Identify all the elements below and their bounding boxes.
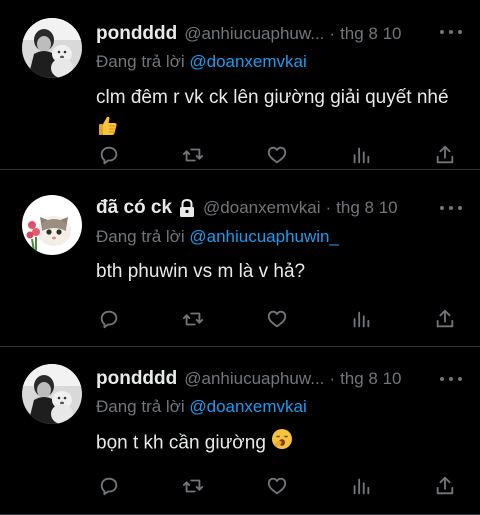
separator-dot: · <box>325 198 332 217</box>
reply-context: Đang trả lời @doanxemvkai <box>96 52 307 72</box>
share-button[interactable] <box>432 142 458 168</box>
reply-button[interactable] <box>96 473 122 499</box>
tweet-text: bth phuwin vs m là v hả? <box>96 258 305 286</box>
like-button[interactable] <box>264 473 290 499</box>
reply-icon <box>100 477 118 496</box>
tweet-header: pondddd @anhiucuaphuw... · thg 8 10 <box>96 20 480 48</box>
reply-button[interactable] <box>96 306 122 332</box>
share-icon <box>436 145 454 164</box>
timestamp[interactable]: thg 8 10 <box>340 24 401 44</box>
like-button[interactable] <box>264 142 290 168</box>
timestamp[interactable]: thg 8 10 <box>340 369 401 389</box>
reply-prefix: Đang trả lời <box>96 52 190 71</box>
tweet-text: bọn t kh cần giường <box>96 427 294 460</box>
tweet-actions <box>96 142 458 168</box>
views-button[interactable] <box>348 142 374 168</box>
like-button[interactable] <box>264 306 290 332</box>
heart-icon <box>267 477 287 495</box>
avatar[interactable] <box>22 18 82 78</box>
tweet[interactable]: đã có ck @doanxemvkai · thg 8 10 Đang tr… <box>0 170 480 347</box>
share-button[interactable] <box>432 473 458 499</box>
tweet-text: clm đêm r vk ck lên giường giải quyết nh… <box>96 84 466 147</box>
retweet-button[interactable] <box>180 142 206 168</box>
views-icon <box>353 311 370 328</box>
more-options-icon[interactable] <box>440 24 462 40</box>
display-name[interactable]: pondddd <box>96 368 177 390</box>
heart-icon <box>267 310 287 328</box>
reply-mention[interactable]: @anhiucuaphuwin_ <box>189 227 339 246</box>
user-handle[interactable]: @anhiucuaphuw... <box>184 369 324 389</box>
avatar[interactable] <box>22 195 82 255</box>
reply-icon <box>100 310 118 329</box>
share-icon <box>436 476 454 495</box>
views-icon <box>353 478 370 495</box>
reply-prefix: Đang trả lời <box>96 227 190 246</box>
lock-icon <box>178 198 196 218</box>
tweet-header: pondddd @anhiucuaphuw... · thg 8 10 <box>96 365 480 393</box>
tweet-body: bth phuwin vs m là v hả? <box>96 261 306 282</box>
avatar[interactable] <box>22 364 82 424</box>
reply-icon <box>100 146 118 165</box>
user-handle[interactable]: @doanxemvkai <box>203 198 320 218</box>
tweet[interactable]: pondddd @anhiucuaphuw... · thg 8 10 Đang… <box>0 347 480 515</box>
separator-dot: · <box>329 24 336 43</box>
tweet-actions <box>96 473 458 499</box>
timestamp[interactable]: thg 8 10 <box>336 198 397 218</box>
more-options-icon[interactable] <box>440 371 462 387</box>
reply-context: Đang trả lời @anhiucuaphuwin_ <box>96 227 339 247</box>
retweet-icon <box>182 479 204 493</box>
display-name[interactable]: pondddd <box>96 23 177 45</box>
reply-mention[interactable]: @doanxemvkai <box>189 52 306 71</box>
tweet-body: clm đêm r vk ck lên giường giải quyết nh… <box>96 87 449 108</box>
views-button[interactable] <box>348 306 374 332</box>
tweet-body: bọn t kh cần giường <box>96 432 266 454</box>
reply-prefix: Đang trả lời <box>96 397 190 416</box>
tweet-header: đã có ck @doanxemvkai · thg 8 10 <box>96 194 480 222</box>
reply-context: Đang trả lời @doanxemvkai <box>96 397 307 417</box>
more-options-icon[interactable] <box>440 200 462 216</box>
user-handle[interactable]: @anhiucuaphuw... <box>184 24 324 44</box>
separator-dot: · <box>329 369 336 388</box>
reply-mention[interactable]: @doanxemvkai <box>189 397 306 416</box>
yawning-face-icon <box>270 427 294 460</box>
retweet-button[interactable] <box>180 306 206 332</box>
retweet-button[interactable] <box>180 473 206 499</box>
heart-icon <box>267 146 287 164</box>
tweet-actions <box>96 306 458 332</box>
views-icon <box>353 147 370 164</box>
views-button[interactable] <box>348 473 374 499</box>
retweet-icon <box>182 312 204 326</box>
retweet-icon <box>182 148 204 162</box>
share-button[interactable] <box>432 306 458 332</box>
display-name[interactable]: đã có ck <box>96 197 172 219</box>
reply-button[interactable] <box>96 142 122 168</box>
tweet[interactable]: pondddd @anhiucuaphuw... · thg 8 10 Đang… <box>0 0 480 170</box>
share-icon <box>436 309 454 328</box>
